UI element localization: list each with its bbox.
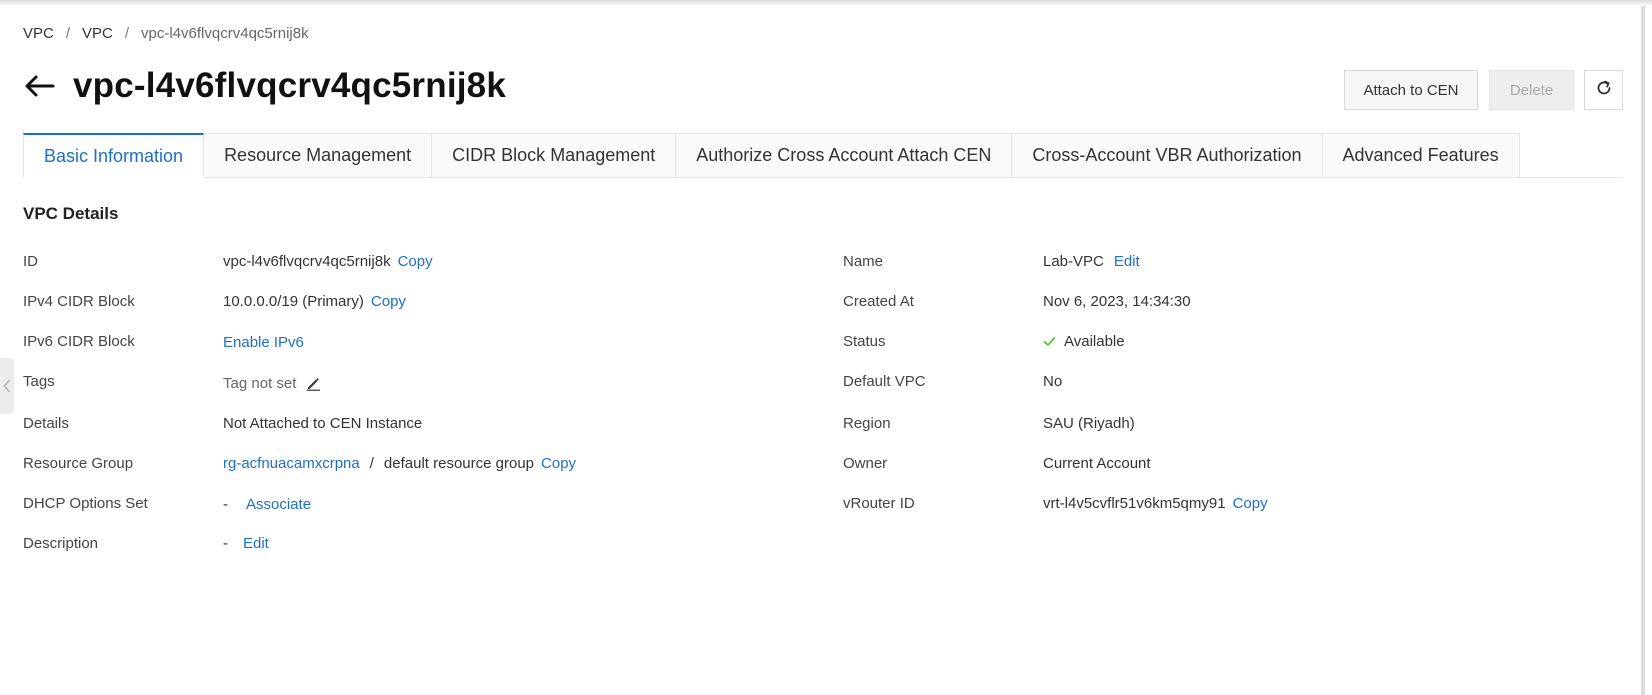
status-label: Status [843,332,886,350]
associate-dhcp-link[interactable]: Associate [246,496,311,513]
details-value: Not Attached to CEN Instance [223,414,423,432]
enable-ipv6-link[interactable]: Enable IPv6 [223,334,304,351]
chevron-left-icon [3,379,11,393]
owner-value: Current Account [1043,454,1151,472]
created-at-label: Created At [843,292,914,310]
dhcp-value-row: - Associate [223,493,311,515]
resource-group-id-link[interactable]: rg-acfnuacamxcrpna [223,455,360,472]
copy-id-link[interactable]: Copy [398,253,433,270]
arrow-left-icon[interactable] [23,71,55,101]
tab-advanced-features[interactable]: Advanced Features [1322,133,1520,178]
edit-description-link[interactable]: Edit [243,535,269,552]
edit-name-link[interactable]: Edit [1114,253,1140,270]
name-value-row: Lab-VPC Edit [1043,250,1140,272]
breadcrumb-separator: / [65,25,71,42]
region-value-row: SAU (Riyadh) [1043,412,1135,434]
created-at-value: Nov 6, 2023, 14:34:30 [1043,292,1191,310]
top-shadow [0,0,1652,6]
id-value-row: vpc-l4v6flvqcrv4qc5rnij8k Copy [223,250,433,272]
tags-value-row: Tag not set [223,372,321,394]
resource-group-name: default resource group [383,454,535,472]
ipv4-value-row: 10.0.0.0/19 (Primary) Copy [223,290,406,312]
tab-cross-account-vbr-authorization[interactable]: Cross-Account VBR Authorization [1012,133,1323,178]
copy-resource-group-link[interactable]: Copy [541,455,576,472]
sidebar-collapse-handle[interactable] [0,358,14,414]
vertical-scrollbar[interactable] [1641,6,1645,695]
ipv4-cidr-value: 10.0.0.0/19 (Primary) [223,292,364,310]
status-value: Available [1064,332,1125,350]
check-icon [1043,335,1056,348]
breadcrumb-current: vpc-l4v6flvqcrv4qc5rnij8k [141,25,309,42]
description-empty-dash: - [223,534,228,552]
attach-to-cen-button[interactable]: Attach to CEN [1344,70,1478,110]
tab-authorize-cross-account-attach-cen[interactable]: Authorize Cross Account Attach CEN [676,133,1013,178]
resource-group-label: Resource Group [23,454,134,472]
region-label: Region [843,414,891,432]
ipv4-cidr-label: IPv4 CIDR Block [23,292,135,310]
tags-label: Tags [23,372,55,390]
region-value: SAU (Riyadh) [1043,414,1135,432]
tab-resource-management[interactable]: Resource Management [204,133,433,178]
default-vpc-value: No [1043,372,1063,390]
breadcrumb-vpc-root[interactable]: VPC [23,25,54,42]
tab-basic-information[interactable]: Basic Information [23,133,205,178]
tags-value: Tag not set [223,374,297,392]
breadcrumb-vpc-list[interactable]: VPC [82,25,113,42]
section-title: VPC Details [23,204,119,223]
copy-vrouter-id-link[interactable]: Copy [1233,495,1268,512]
id-label: ID [23,252,38,270]
created-at-value-row: Nov 6, 2023, 14:34:30 [1043,290,1191,312]
refresh-icon [1595,79,1613,101]
resource-group-separator: / [369,454,374,472]
vpc-id-value: vpc-l4v6flvqcrv4qc5rnij8k [223,252,391,270]
ipv6-cidr-label: IPv6 CIDR Block [23,332,135,350]
owner-label: Owner [843,454,888,472]
default-vpc-label: Default VPC [843,372,926,390]
owner-value-row: Current Account [1043,452,1151,474]
name-label: Name [843,252,884,270]
copy-ipv4-link[interactable]: Copy [371,293,406,310]
dhcp-options-label: DHCP Options Set [23,494,148,512]
vrouter-value-row: vrt-l4v5cvflr51v6km5qmy91 Copy [1043,492,1268,514]
resource-group-value-row: rg-acfnuacamxcrpna / default resource gr… [223,452,576,474]
details-value-row: Not Attached to CEN Instance [223,412,422,434]
description-value-row: - Edit [223,532,269,554]
status-value-row: Available [1043,330,1125,352]
delete-button[interactable]: Delete [1489,70,1574,110]
vpc-name-value: Lab-VPC [1043,252,1104,270]
pencil-icon[interactable] [306,376,321,391]
ipv6-value-row: Enable IPv6 [223,331,304,353]
description-label: Description [23,534,99,552]
dhcp-empty-dash: - [223,495,228,513]
page-title: vpc-l4v6flvqcrv4qc5rnij8k [73,66,507,105]
tab-cidr-block-management[interactable]: CIDR Block Management [432,133,677,178]
vrouter-id-label: vRouter ID [843,494,915,512]
default-vpc-value-row: No [1043,370,1062,392]
breadcrumb: VPC / VPC / vpc-l4v6flvqcrv4qc5rnij8k [23,25,309,42]
tab-bar: Basic Information Resource Management CI… [23,133,1623,178]
breadcrumb-separator: / [124,25,130,42]
details-label: Details [23,414,69,432]
vrouter-id-value: vrt-l4v5cvflr51v6km5qmy91 [1043,494,1226,512]
title-row: vpc-l4v6flvqcrv4qc5rnij8k [23,66,506,106]
refresh-button[interactable] [1584,70,1623,110]
